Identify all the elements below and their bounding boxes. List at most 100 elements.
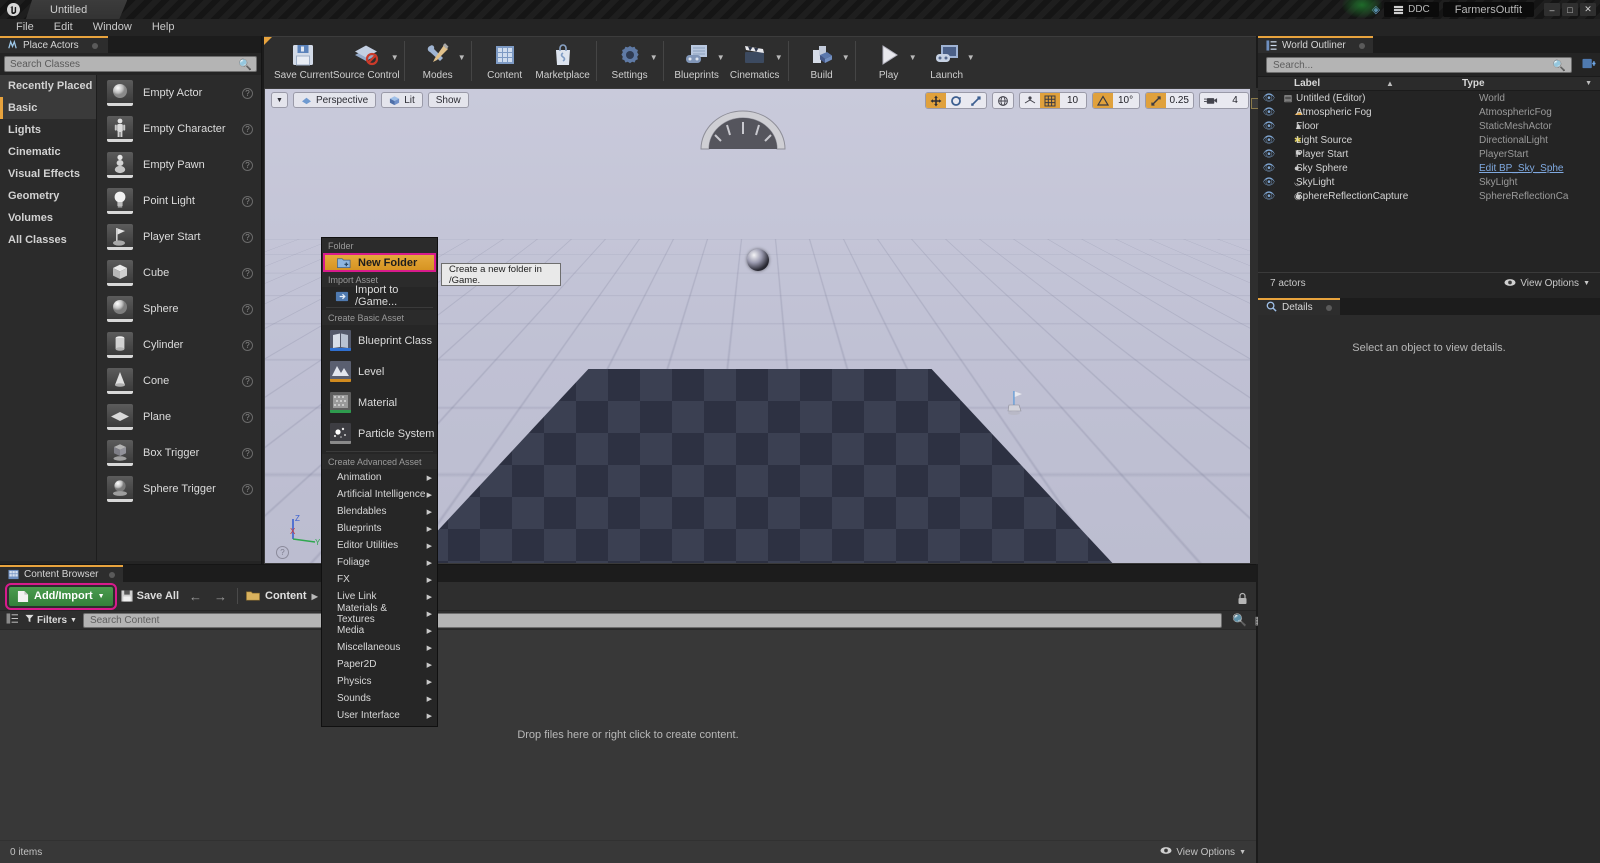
back-arrow-icon[interactable]: ←	[187, 589, 204, 604]
filters-button[interactable]: Filters ▼	[25, 614, 77, 626]
save-all-button[interactable]: Save All	[121, 590, 179, 602]
list-item[interactable]: Box Trigger ?	[97, 435, 261, 471]
close-button[interactable]: ✕	[1580, 3, 1596, 16]
chevron-down-icon[interactable]: ▼	[391, 53, 399, 62]
angle-snap-toggle[interactable]	[1092, 93, 1113, 108]
list-item[interactable]: Sphere Trigger ?	[97, 471, 261, 507]
list-item[interactable]: Player Start ?	[97, 219, 261, 255]
edit-blueprint-link[interactable]: Edit BP_Sky_Sphe	[1478, 163, 1600, 174]
toolbar-marketplace[interactable]: Marketplace	[534, 37, 592, 89]
visibility-eye-icon[interactable]: 👁	[1258, 149, 1280, 160]
ddc-chip[interactable]: DDC	[1384, 2, 1439, 17]
help-icon[interactable]: ?	[242, 411, 253, 423]
column-header-label[interactable]: Label ▲	[1258, 78, 1456, 89]
visibility-eye-icon[interactable]: 👁	[1258, 163, 1280, 174]
list-item[interactable]: Empty Actor ?	[97, 75, 261, 111]
help-icon[interactable]: ?	[242, 123, 253, 135]
list-item[interactable]: Point Light ?	[97, 183, 261, 219]
context-submenu-materials-textures[interactable]: Materials & Textures ▶	[322, 603, 437, 625]
maximize-button[interactable]: □	[1562, 3, 1578, 16]
viewport-view-mode[interactable]: Lit	[381, 92, 423, 108]
toolbar-play[interactable]: Play ▼	[860, 37, 918, 89]
context-submenu-artificial-intelligence[interactable]: Artificial Intelligence ▶	[322, 486, 437, 503]
menu-window[interactable]: Window	[83, 19, 142, 36]
context-submenu-sounds[interactable]: Sounds ▶	[322, 690, 437, 707]
help-icon[interactable]: ?	[242, 375, 253, 387]
list-item[interactable]: Empty Pawn ?	[97, 147, 261, 183]
viewport-camera-type[interactable]: Perspective	[292, 92, 377, 108]
camera-speed-value[interactable]: 4	[1222, 93, 1248, 108]
context-item-blueprint-class[interactable]: Blueprint Class	[322, 325, 437, 356]
chevron-down-icon[interactable]: ▼	[458, 53, 466, 62]
translate-tool-button[interactable]	[925, 93, 946, 108]
tab-close-dot-icon[interactable]	[91, 42, 98, 49]
scale-tool-button[interactable]	[966, 93, 986, 108]
viewport-options-menu[interactable]: ▼	[271, 92, 288, 108]
world-outliner-search-input[interactable]: Search... 🔍	[1266, 57, 1572, 73]
toolbar-content[interactable]: Content	[476, 37, 534, 89]
tab-content-browser[interactable]: Content Browser	[0, 565, 124, 582]
help-icon[interactable]: ?	[242, 303, 253, 315]
context-submenu-media[interactable]: Media ▶	[322, 622, 437, 639]
context-item-new-folder[interactable]: New Folder	[323, 253, 436, 272]
sphere-reflection-capture[interactable]	[747, 249, 769, 271]
tab-details[interactable]: Details	[1258, 298, 1340, 315]
breadcrumb[interactable]: Content ▶	[246, 590, 318, 602]
viewport-help-icon[interactable]: ?	[276, 546, 289, 559]
table-row[interactable]: 👁 ▤ Untitled (Editor) World	[1258, 91, 1600, 105]
place-actors-search-input[interactable]: Search Classes 🔍	[4, 56, 257, 72]
context-item-particle-system[interactable]: Particle System	[322, 418, 437, 449]
table-row[interactable]: 👁 ◡ SkyLight SkyLight	[1258, 175, 1600, 189]
menu-help[interactable]: Help	[142, 19, 185, 36]
content-browser-asset-area[interactable]: Drop files here or right click to create…	[0, 630, 1256, 840]
help-icon[interactable]: ?	[242, 483, 253, 495]
table-row[interactable]: 👁 ☁ Atmospheric Fog AtmosphericFog	[1258, 105, 1600, 119]
menu-file[interactable]: File	[6, 19, 44, 36]
table-row[interactable]: 👁 ▲ Floor StaticMeshActor	[1258, 119, 1600, 133]
context-submenu-miscellaneous[interactable]: Miscellaneous ▶	[322, 639, 437, 656]
grid-snap-value[interactable]: 10	[1060, 93, 1086, 108]
table-row[interactable]: 👁 ◉ SphereReflectionCapture SphereReflec…	[1258, 189, 1600, 203]
category-recently-placed[interactable]: Recently Placed	[0, 75, 96, 97]
menu-edit[interactable]: Edit	[44, 19, 83, 36]
viewport-show-menu[interactable]: Show	[427, 92, 469, 108]
help-icon[interactable]: ?	[242, 267, 253, 279]
visibility-eye-icon[interactable]: 👁	[1258, 107, 1280, 118]
toolbar-save-current[interactable]: Save Current	[274, 37, 333, 89]
surface-snap-button[interactable]	[1020, 93, 1040, 108]
context-submenu-fx[interactable]: FX ▶	[322, 571, 437, 588]
content-search-input[interactable]: Search Content 🔍 ▦	[82, 612, 1265, 628]
category-cinematic[interactable]: Cinematic	[0, 141, 96, 163]
visibility-eye-icon[interactable]: 👁	[1258, 135, 1280, 146]
toolbar-blueprints[interactable]: Blueprints ▼	[668, 37, 726, 89]
toolbar-launch[interactable]: Launch ▼	[918, 37, 976, 89]
tab-world-outliner[interactable]: World Outliner	[1258, 36, 1373, 53]
camera-speed-icon[interactable]	[1200, 93, 1222, 108]
tab-close-dot-icon[interactable]	[1325, 304, 1332, 311]
toolbar-build[interactable]: Build ▼	[793, 37, 851, 89]
context-submenu-foliage[interactable]: Foliage ▶	[322, 554, 437, 571]
chevron-down-icon[interactable]: ▼	[909, 53, 917, 62]
context-submenu-editor-utilities[interactable]: Editor Utilities ▶	[322, 537, 437, 554]
chevron-down-icon[interactable]: ▼	[650, 53, 658, 62]
chevron-right-icon[interactable]: ▶	[312, 592, 318, 601]
category-geometry[interactable]: Geometry	[0, 185, 96, 207]
chevron-down-icon[interactable]: ▼	[967, 53, 975, 62]
list-item[interactable]: Plane ?	[97, 399, 261, 435]
chevron-down-icon[interactable]: ▼	[1585, 80, 1592, 87]
context-item-material[interactable]: Material	[322, 387, 437, 418]
project-tab[interactable]: Untitled	[26, 0, 127, 19]
category-all-classes[interactable]: All Classes	[0, 229, 96, 251]
angle-snap-value[interactable]: 10°	[1113, 93, 1139, 108]
context-item-import-to-game[interactable]: Import to /Game...	[322, 284, 437, 308]
help-icon[interactable]: ?	[242, 87, 253, 99]
table-row[interactable]: 👁 ✱ Light Source DirectionalLight	[1258, 133, 1600, 147]
help-icon[interactable]: ?	[242, 231, 253, 243]
help-icon[interactable]: ?	[242, 195, 253, 207]
forward-arrow-icon[interactable]: →	[212, 589, 229, 604]
visibility-eye-icon[interactable]: 👁	[1258, 191, 1280, 202]
category-basic[interactable]: Basic	[0, 97, 96, 119]
world-coords-button[interactable]	[993, 93, 1013, 108]
category-lights[interactable]: Lights	[0, 119, 96, 141]
toolbar-cinematics[interactable]: Cinematics ▼	[726, 37, 784, 89]
